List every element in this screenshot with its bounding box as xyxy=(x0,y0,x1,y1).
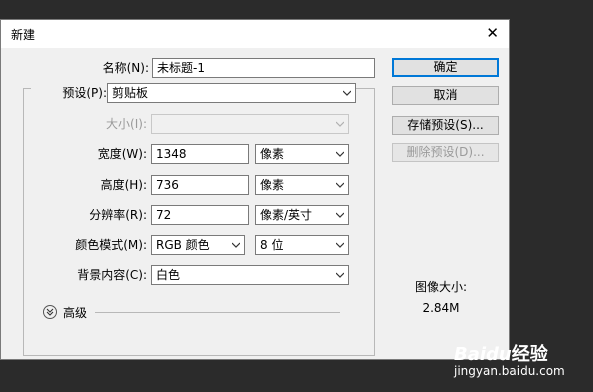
background-select[interactable]: 白色 xyxy=(151,265,349,285)
new-document-dialog: 新建 ✕ 名称(N): 未标题-1 预设(P): 剪贴板 大小(I): 宽度(W… xyxy=(0,19,510,360)
preset-select[interactable]: 剪贴板 xyxy=(107,83,356,103)
title-bar: 新建 ✕ xyxy=(1,20,509,48)
image-size-value: 2.84M xyxy=(422,301,460,315)
bit-depth-value: 8 位 xyxy=(260,238,284,252)
close-icon[interactable]: ✕ xyxy=(486,24,499,42)
watermark-brand: Baidu xyxy=(454,344,512,365)
size-select xyxy=(151,114,349,134)
width-input[interactable]: 1348 xyxy=(151,144,249,164)
background-value: 白色 xyxy=(156,268,181,282)
preset-select-value: 剪贴板 xyxy=(112,86,149,100)
cancel-button[interactable]: 取消 xyxy=(392,86,499,105)
height-unit-value: 像素 xyxy=(260,178,285,192)
ok-button[interactable]: 确定 xyxy=(392,58,499,77)
expand-advanced-icon[interactable] xyxy=(43,305,57,319)
chevron-down-icon xyxy=(336,121,344,127)
image-size-label: 图像大小: xyxy=(414,280,468,294)
advanced-label[interactable]: 高级 xyxy=(63,304,87,322)
delete-preset-button: 删除预设(D)... xyxy=(392,143,499,162)
width-label: 宽度(W): xyxy=(97,147,147,161)
chevron-down-icon xyxy=(336,182,344,188)
bit-depth-select[interactable]: 8 位 xyxy=(255,235,349,255)
width-unit-select[interactable]: 像素 xyxy=(255,144,349,164)
height-input[interactable]: 736 xyxy=(151,175,249,195)
name-label: 名称(N): xyxy=(102,61,149,75)
resolution-label: 分辨率(R): xyxy=(89,208,147,222)
color-mode-label: 颜色模式(M): xyxy=(75,238,147,252)
chevron-down-icon xyxy=(336,151,344,157)
height-unit-select[interactable]: 像素 xyxy=(255,175,349,195)
name-input[interactable]: 未标题-1 xyxy=(152,58,375,78)
watermark-brand-cn: 经验 xyxy=(511,344,548,365)
width-unit-value: 像素 xyxy=(260,147,285,161)
chevron-down-icon xyxy=(232,242,240,248)
background-label: 背景内容(C): xyxy=(77,268,147,282)
watermark-url: jingyan.baidu.com xyxy=(454,364,565,378)
resolution-unit-value: 像素/英寸 xyxy=(260,208,313,222)
watermark-logo: Baidu经验 xyxy=(454,340,548,366)
chevron-down-icon xyxy=(336,242,344,248)
color-mode-value: RGB 颜色 xyxy=(156,238,210,252)
chevron-down-icon xyxy=(336,212,344,218)
color-mode-select[interactable]: RGB 颜色 xyxy=(151,235,245,255)
save-preset-button[interactable]: 存储预设(S)... xyxy=(392,116,499,135)
height-label: 高度(H): xyxy=(100,178,147,192)
resolution-input[interactable]: 72 xyxy=(151,205,249,225)
dialog-title: 新建 xyxy=(11,28,36,42)
advanced-divider xyxy=(95,312,340,313)
size-label: 大小(I): xyxy=(106,117,147,131)
resolution-unit-select[interactable]: 像素/英寸 xyxy=(255,205,349,225)
chevron-down-icon xyxy=(336,272,344,278)
preset-label: 预设(P): xyxy=(31,84,107,102)
chevron-down-icon xyxy=(343,90,351,96)
